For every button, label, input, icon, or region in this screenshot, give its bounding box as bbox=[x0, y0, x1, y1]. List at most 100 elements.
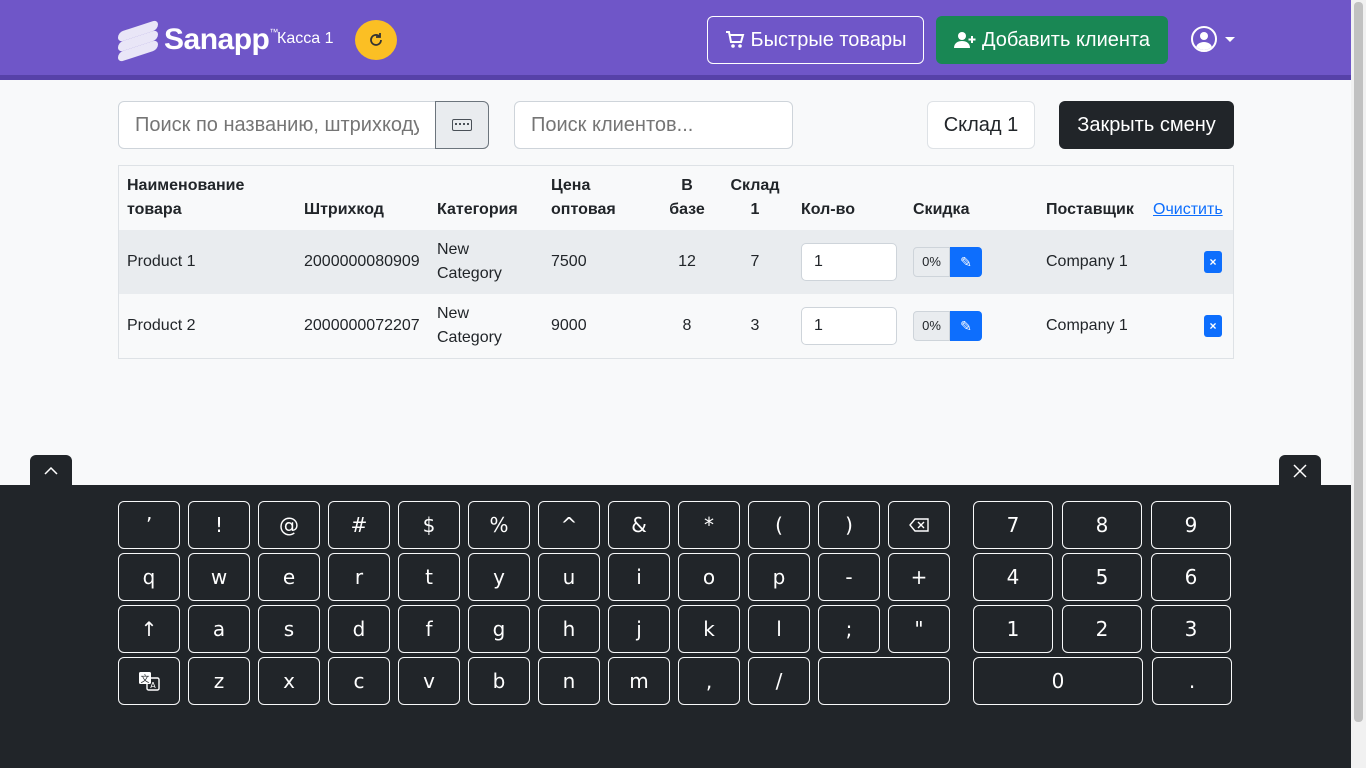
backspace-key[interactable] bbox=[888, 501, 950, 549]
quantity-input[interactable]: 1 bbox=[801, 243, 897, 281]
edit-discount-button[interactable]: ✎ bbox=[950, 247, 982, 277]
clear-cart-link[interactable]: Очистить bbox=[1153, 198, 1223, 222]
close-icon: × bbox=[1209, 255, 1217, 269]
row-discount-cell: 0% ✎ bbox=[913, 294, 982, 358]
numpad-key-3[interactable]: 3 bbox=[1151, 605, 1231, 653]
key-&[interactable]: & bbox=[608, 501, 670, 549]
key-,[interactable]: , bbox=[678, 657, 740, 705]
key-+[interactable]: + bbox=[888, 553, 950, 601]
key-*[interactable]: * bbox=[678, 501, 740, 549]
key-^[interactable]: ^ bbox=[538, 501, 600, 549]
numpad-key-6[interactable]: 6 bbox=[1151, 553, 1231, 601]
numpad-key-7[interactable]: 7 bbox=[973, 501, 1053, 549]
edit-discount-button[interactable]: ✎ bbox=[950, 311, 982, 341]
key-o[interactable]: o bbox=[678, 553, 740, 601]
key-q[interactable]: q bbox=[118, 553, 180, 601]
numpad-key-8[interactable]: 8 bbox=[1062, 501, 1142, 549]
user-menu-dropdown[interactable] bbox=[1191, 26, 1235, 52]
key-l[interactable]: l bbox=[748, 605, 810, 653]
key-f[interactable]: f bbox=[398, 605, 460, 653]
shift-key[interactable]: ↑ bbox=[118, 605, 180, 653]
key-;[interactable]: ; bbox=[818, 605, 880, 653]
col-category-header: Категория bbox=[437, 201, 518, 218]
numpad-key-4[interactable]: 4 bbox=[973, 553, 1053, 601]
numpad-key-9[interactable]: 9 bbox=[1151, 501, 1231, 549]
key--[interactable]: - bbox=[818, 553, 880, 601]
key-a[interactable]: a bbox=[188, 605, 250, 653]
col-name-header: Наименование товара bbox=[127, 177, 245, 218]
page-scrollbar[interactable] bbox=[1351, 0, 1366, 768]
key-y[interactable]: y bbox=[468, 553, 530, 601]
key-)[interactable]: ) bbox=[818, 501, 880, 549]
key-v[interactable]: v bbox=[398, 657, 460, 705]
numpad-key-dot[interactable]: . bbox=[1152, 657, 1232, 705]
key-r[interactable]: r bbox=[328, 553, 390, 601]
discount-group: 0% ✎ bbox=[913, 311, 982, 341]
col-in-base-header: В базе bbox=[669, 177, 705, 218]
row-delete-cell: × bbox=[1204, 294, 1222, 358]
refresh-icon bbox=[370, 33, 382, 46]
key-![interactable]: ! bbox=[188, 501, 250, 549]
top-navbar: Sanapp ™ Касса 1 Быстрые товары Добавить… bbox=[0, 0, 1351, 80]
chevron-down-icon bbox=[1225, 36, 1235, 42]
user-plus-icon bbox=[954, 32, 976, 48]
close-icon bbox=[1293, 464, 1307, 478]
key-h[interactable]: h bbox=[538, 605, 600, 653]
product-search-input[interactable] bbox=[118, 101, 436, 149]
key-p[interactable]: p bbox=[748, 553, 810, 601]
key-e[interactable]: e bbox=[258, 553, 320, 601]
key-z[interactable]: z bbox=[188, 657, 250, 705]
key-w[interactable]: w bbox=[188, 553, 250, 601]
numpad-key-0[interactable]: 0 bbox=[973, 657, 1143, 705]
scrollbar-thumb[interactable] bbox=[1354, 2, 1363, 722]
key-b[interactable]: b bbox=[468, 657, 530, 705]
key-j[interactable]: j bbox=[608, 605, 670, 653]
translate-icon: 文A bbox=[139, 672, 160, 691]
row-discount-cell: 0% ✎ bbox=[913, 230, 982, 294]
remove-row-button[interactable]: × bbox=[1204, 315, 1222, 337]
quantity-input[interactable]: 1 bbox=[801, 307, 897, 345]
keyboard-toggle-button[interactable] bbox=[435, 101, 489, 149]
col-barcode-header: Штрихкод bbox=[304, 201, 384, 218]
language-switch-key[interactable]: 文A bbox=[118, 657, 180, 705]
numpad-key-2[interactable]: 2 bbox=[1062, 605, 1142, 653]
key-k[interactable]: k bbox=[678, 605, 740, 653]
add-client-button[interactable]: Добавить клиента bbox=[936, 16, 1168, 64]
quick-goods-button[interactable]: Быстрые товары bbox=[707, 16, 924, 64]
warehouse-button[interactable]: Склад 1 bbox=[927, 101, 1035, 149]
sanapp-logo[interactable]: Sanapp ™ bbox=[118, 19, 278, 63]
key-s[interactable]: s bbox=[258, 605, 320, 653]
key-c[interactable]: c bbox=[328, 657, 390, 705]
product-search-group bbox=[118, 101, 489, 149]
numpad-key-5[interactable]: 5 bbox=[1062, 553, 1142, 601]
remove-row-button[interactable]: × bbox=[1204, 251, 1222, 273]
key-’[interactable]: ’ bbox=[118, 501, 180, 549]
key-n[interactable]: n bbox=[538, 657, 600, 705]
space-key[interactable] bbox=[818, 657, 950, 705]
key-$[interactable]: $ bbox=[398, 501, 460, 549]
key-d[interactable]: d bbox=[328, 605, 390, 653]
refresh-button[interactable] bbox=[355, 20, 397, 60]
key-m[interactable]: m bbox=[608, 657, 670, 705]
key-/[interactable]: / bbox=[748, 657, 810, 705]
key-%[interactable]: % bbox=[468, 501, 530, 549]
key-t[interactable]: t bbox=[398, 553, 460, 601]
key-@[interactable]: @ bbox=[258, 501, 320, 549]
key-"[interactable]: " bbox=[888, 605, 950, 653]
client-search-input[interactable] bbox=[514, 101, 793, 149]
row-barcode: 2000000080909 bbox=[304, 253, 420, 270]
key-x[interactable]: x bbox=[258, 657, 320, 705]
key-i[interactable]: i bbox=[608, 553, 670, 601]
close-shift-button[interactable]: Закрыть смену bbox=[1059, 101, 1234, 149]
key-#[interactable]: # bbox=[328, 501, 390, 549]
key-u[interactable]: u bbox=[538, 553, 600, 601]
keyboard-collapse-button[interactable] bbox=[30, 455, 72, 487]
keyboard-close-button[interactable] bbox=[1279, 455, 1321, 487]
row-supplier: Company 1 bbox=[1046, 253, 1128, 270]
numpad-key-1[interactable]: 1 bbox=[973, 605, 1053, 653]
row-in-base: 8 bbox=[682, 317, 692, 334]
row-warehouse: 3 bbox=[750, 317, 760, 334]
key-g[interactable]: g bbox=[468, 605, 530, 653]
key-([interactable]: ( bbox=[748, 501, 810, 549]
discount-value: 0% bbox=[913, 247, 950, 277]
